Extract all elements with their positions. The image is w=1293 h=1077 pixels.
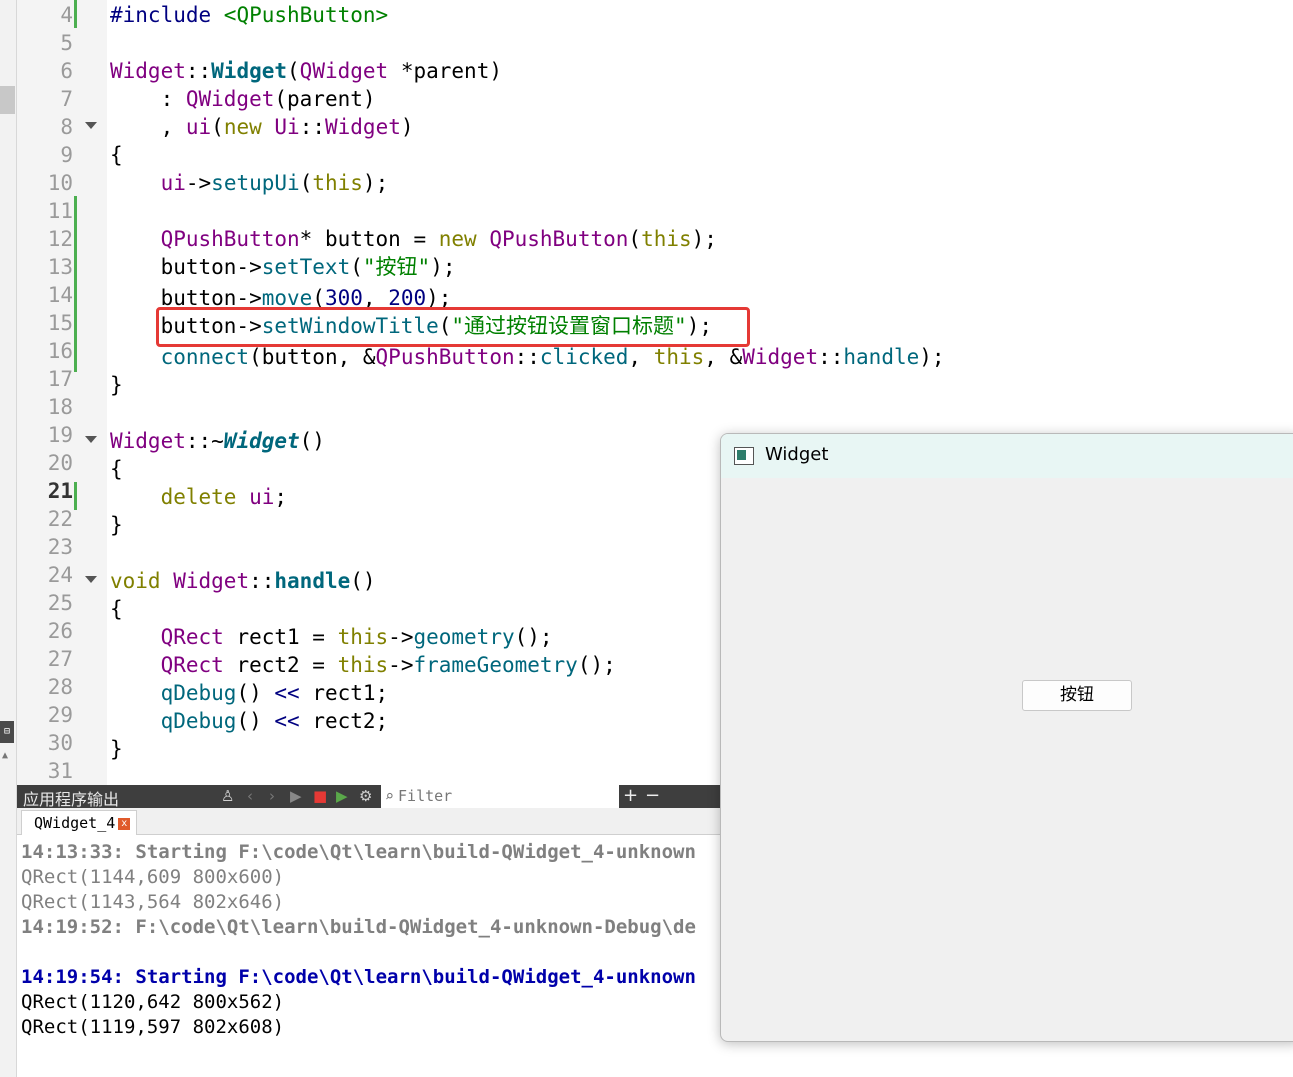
filter-input[interactable]: ⌕ Filter <box>381 785 619 808</box>
fold-arrow-icon[interactable] <box>85 436 97 443</box>
prev-icon[interactable]: ‹ <box>247 787 253 805</box>
line-number: 9 <box>60 143 73 167</box>
output-tab-bar: QWidget_4 x <box>17 808 737 835</box>
line-number: 18 <box>47 395 73 419</box>
split-pane-icon[interactable]: ⊟ <box>0 721 14 743</box>
code-line: void Widget::handle() <box>110 569 376 593</box>
output-line: 14:19:54: Starting F:\code\Qt\learn\buil… <box>21 966 696 988</box>
line-number: 20 <box>47 451 73 475</box>
output-toolbar: 应用程序输出 ♙ ‹ › ▶ ■ ▶ ⚙ ⌕ Filter + − <box>17 785 737 809</box>
change-marker <box>74 482 77 510</box>
window-app-icon <box>734 447 754 465</box>
line-number: 24 <box>47 563 73 587</box>
line-number: 30 <box>47 731 73 755</box>
code-line: #include <QPushButton> <box>110 3 389 27</box>
code-line: { <box>110 143 123 167</box>
next-icon[interactable]: › <box>269 787 275 805</box>
line-number: 19 <box>47 423 73 447</box>
close-icon[interactable]: x <box>118 817 131 830</box>
attach-icon[interactable]: ♙ <box>221 787 234 805</box>
code-line: button->setText("按钮"); <box>110 255 456 279</box>
line-number: 16 <box>47 339 73 363</box>
line-number: 26 <box>47 619 73 643</box>
line-number: 5 <box>60 31 73 55</box>
application-output-pane: 应用程序输出 ♙ ‹ › ▶ ■ ▶ ⚙ ⌕ Filter + − QWidget… <box>17 785 737 1077</box>
stop-icon[interactable]: ■ <box>313 787 327 805</box>
output-line: QRect(1119,597 802x608) <box>21 1016 285 1038</box>
output-line: QRect(1144,609 800x600) <box>21 866 285 888</box>
code-line: QRect rect2 = this->frameGeometry(); <box>160 653 616 677</box>
line-number: 23 <box>47 535 73 559</box>
code-line: delete ui; <box>160 485 288 509</box>
code-line: Widget::Widget(QWidget *parent) <box>110 59 502 83</box>
push-button[interactable]: 按钮 <box>1022 680 1132 711</box>
line-number: 11 <box>47 199 73 223</box>
line-number: 10 <box>47 171 73 195</box>
widget-window: Widget 按钮 <box>720 433 1293 1042</box>
code-line: QRect rect1 = this->geometry(); <box>160 625 553 649</box>
code-line: : QWidget(parent) <box>110 87 376 111</box>
line-number: 8 <box>60 115 73 139</box>
code-line: , ui(new Ui::Widget) <box>110 115 414 139</box>
code-line: ui->setupUi(this); <box>160 171 389 195</box>
output-pane-title: 应用程序输出 <box>23 790 120 809</box>
code-line: { <box>110 597 123 621</box>
line-number: 17 <box>47 367 73 391</box>
line-number: 27 <box>47 647 73 671</box>
annotation-highlight-box <box>156 307 750 347</box>
gear-icon[interactable]: ⚙ <box>359 787 372 805</box>
output-line: QRect(1143,564 802x646) <box>21 891 285 913</box>
line-number: 6 <box>60 59 73 83</box>
code-line: qDebug() << rect2; <box>160 709 389 733</box>
fold-arrow-icon[interactable] <box>85 122 97 129</box>
line-number: 4 <box>60 3 73 27</box>
search-icon: ⌕ <box>385 787 395 805</box>
code-line: } <box>110 373 123 397</box>
line-number: 29 <box>47 703 73 727</box>
line-number: 22 <box>47 507 73 531</box>
zoom-in-button[interactable]: + <box>623 785 638 806</box>
line-number: 25 <box>47 591 73 615</box>
debug-run-icon[interactable]: ▶ <box>336 787 348 805</box>
left-side-strip: ⊟ ▲ <box>0 0 17 1077</box>
output-line: 14:19:52: F:\code\Qt\learn\build-QWidget… <box>21 916 696 938</box>
tab-qwidget-4[interactable]: QWidget_4 x <box>21 810 138 835</box>
run-icon[interactable]: ▶ <box>290 787 302 805</box>
line-number: 28 <box>47 675 73 699</box>
line-number: 12 <box>47 227 73 251</box>
line-number: 13 <box>47 255 73 279</box>
code-line: qDebug() << rect1; <box>160 681 389 705</box>
code-line: } <box>110 737 123 761</box>
line-number: 14 <box>47 283 73 307</box>
code-line: { <box>110 457 123 481</box>
output-line: QRect(1120,642 800x562) <box>21 991 285 1013</box>
line-number: 15 <box>47 311 73 335</box>
code-line: QPushButton* button = new QPushButton(th… <box>160 227 717 251</box>
window-title-bar[interactable]: Widget <box>721 434 1293 478</box>
code-line: connect(button, &QPushButton::clicked, t… <box>160 345 945 369</box>
window-title: Widget <box>765 444 829 465</box>
line-number: 7 <box>60 87 73 111</box>
zoom-out-button[interactable]: − <box>645 785 660 806</box>
output-line: 14:13:33: Starting F:\code\Qt\learn\buil… <box>21 841 696 863</box>
change-marker <box>74 196 77 372</box>
arrow-up-icon[interactable]: ▲ <box>2 750 8 761</box>
scrollbar-thumb[interactable] <box>0 86 15 114</box>
code-line: Widget::~Widget() <box>110 429 325 453</box>
code-line: } <box>110 513 123 537</box>
line-number: 21 <box>47 479 73 503</box>
change-marker <box>74 0 77 28</box>
fold-arrow-icon[interactable] <box>85 576 97 583</box>
line-number: 31 <box>47 759 73 783</box>
